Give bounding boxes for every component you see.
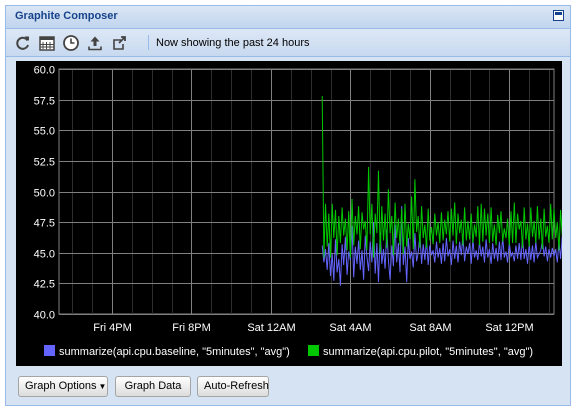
clock-icon[interactable] xyxy=(62,34,80,52)
x-tick-label: Sat 12PM xyxy=(485,322,533,334)
calendar-icon[interactable] xyxy=(38,34,56,52)
x-tick-label: Fri 4PM xyxy=(93,322,132,334)
y-tick-label: 47.5 xyxy=(34,218,55,230)
x-tick-label: Sat 12AM xyxy=(247,322,295,334)
y-tick-label: 52.5 xyxy=(34,157,55,169)
window-title: Graphite Composer xyxy=(15,10,118,22)
x-tick-label: Fri 8PM xyxy=(172,322,211,334)
y-tick-label: 42.5 xyxy=(34,279,55,291)
auto-refresh-button[interactable]: Auto-Refresh xyxy=(197,376,269,397)
legend-label: summarize(api.cpu.baseline, "5minutes", … xyxy=(59,346,290,358)
y-tick-label: 45.0 xyxy=(34,249,55,261)
graph-options-label: Graph Options xyxy=(25,380,97,392)
title-bar: Graphite Composer xyxy=(6,6,570,29)
toolbar-separator xyxy=(148,35,149,50)
graph-data-button[interactable]: Graph Data xyxy=(115,376,191,397)
legend-swatch xyxy=(44,345,55,356)
button-bar: Graph Options ▼ Graph Data Auto-Refresh xyxy=(6,370,570,405)
legend-label: summarize(api.cpu.pilot, "5minutes", "av… xyxy=(323,346,533,358)
graph-image: 40.0 42.5 45.0 47.5 50.0 52.5 55.0 57.5 60.0 Fri… xyxy=(16,61,562,366)
time-range-status: Now showing the past 24 hours xyxy=(156,37,310,49)
refresh-icon[interactable] xyxy=(14,34,32,52)
x-tick-label: Sat 8AM xyxy=(409,322,451,334)
legend-swatch xyxy=(308,345,319,356)
collapse-icon[interactable] xyxy=(553,10,564,21)
y-tick-label: 57.5 xyxy=(34,96,55,108)
series-line-pilot xyxy=(321,95,562,258)
toolbar: Now showing the past 24 hours xyxy=(6,29,570,57)
chart-grid xyxy=(58,68,555,315)
x-axis-ticks: Fri 4PM Fri 8PM Sat 12AM Sat 4AM Sat 8AM Sat … xyxy=(93,322,533,334)
y-axis-ticks: 40.0 42.5 45.0 47.5 50.0 52.5 55.0 57.5 60.0 xyxy=(34,65,55,322)
y-tick-label: 40.0 xyxy=(34,310,55,322)
y-tick-label: 55.0 xyxy=(34,126,55,138)
y-tick-label: 60.0 xyxy=(34,65,55,77)
y-tick-label: 50.0 xyxy=(34,188,55,200)
chevron-down-icon: ▼ xyxy=(98,382,107,391)
x-tick-label: Sat 4AM xyxy=(329,322,371,334)
graph-options-button[interactable]: Graph Options ▼ xyxy=(18,376,108,397)
chart-legend: summarize(api.cpu.baseline, "5minutes", … xyxy=(44,345,533,358)
upload-icon[interactable] xyxy=(86,34,104,52)
graph-composer-window: Graphite Composer Now showing the past 2… xyxy=(5,5,571,406)
share-icon[interactable] xyxy=(110,34,128,52)
line-chart: 40.0 42.5 45.0 47.5 50.0 52.5 55.0 57.5 60.0 Fri… xyxy=(34,65,562,358)
plot-frame xyxy=(58,68,555,315)
chart-series xyxy=(321,95,562,286)
